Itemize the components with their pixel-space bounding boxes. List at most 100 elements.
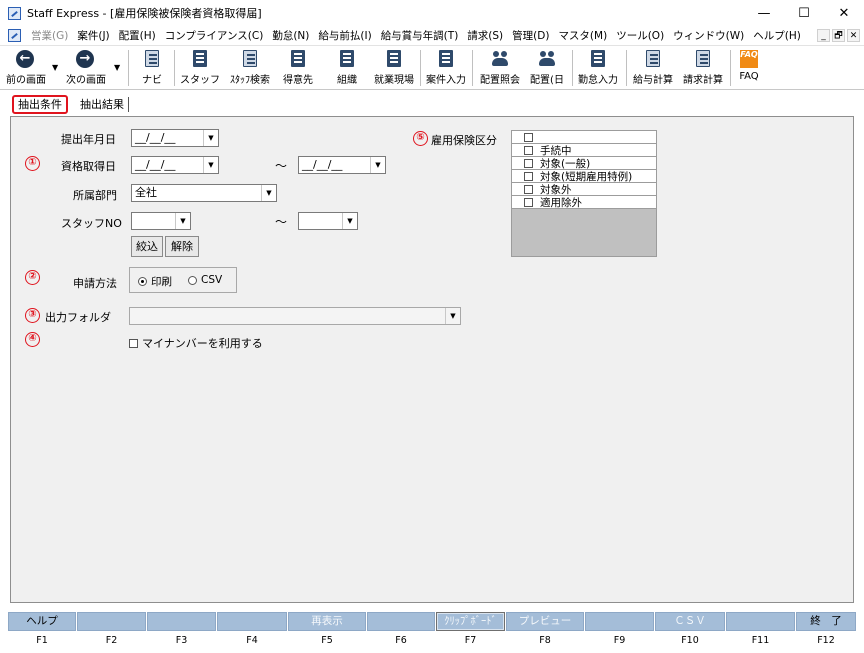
acquire-date-to-field[interactable]: __/__/__ ▼ <box>298 156 386 174</box>
placement-query-button[interactable]: 配置照会 <box>476 48 524 88</box>
maximize-button[interactable]: ☐ <box>784 0 824 26</box>
chevron-down-icon[interactable]: ▼ <box>175 213 190 229</box>
menu-placement[interactable]: 配置(H) <box>119 28 156 43</box>
mdi-close-button[interactable]: ✕ <box>847 29 860 42</box>
fkey-label <box>726 612 795 631</box>
menu-advance-pay[interactable]: 給与前払(I) <box>318 28 371 43</box>
checkbox-icon[interactable] <box>524 132 533 142</box>
checkbox-icon[interactable] <box>524 158 533 168</box>
fkey-label <box>77 612 146 631</box>
insurance-list[interactable]: 手続中 対象(一般) 対象(短期雇用特例) 対象外 適用除外 <box>511 130 657 257</box>
menu-window[interactable]: ウィンドウ(W) <box>673 28 744 43</box>
menu-attendance[interactable]: 勤怠(N) <box>272 28 309 43</box>
staff-search-button[interactable]: ｽﾀｯﾌ検索 <box>226 48 274 88</box>
placement-day-button[interactable]: 配置(日 <box>528 48 566 88</box>
menu-management[interactable]: 管理(D) <box>512 28 549 43</box>
staff-button[interactable]: スタッフ <box>180 48 220 88</box>
submit-date-field[interactable]: __/__/__ ▼ <box>131 129 219 147</box>
checkbox-icon[interactable] <box>524 197 533 207</box>
list-item[interactable] <box>512 131 656 144</box>
fkey-f7-button[interactable]: ｸﾘｯﾌﾟﾎﾞｰﾄﾞ F7 <box>436 612 505 653</box>
minimize-button[interactable]: — <box>744 0 784 26</box>
tab-results[interactable]: 抽出結果 <box>80 97 129 112</box>
list-item[interactable]: 適用除外 <box>512 196 656 209</box>
filter-button[interactable]: 絞込 <box>131 236 163 257</box>
prev-dropdown-icon[interactable]: ▼ <box>52 63 58 72</box>
fkey-label: ＣＳＶ <box>655 612 725 631</box>
chevron-down-icon[interactable]: ▼ <box>261 185 276 201</box>
fkey-f8-button[interactable]: プレビュー F8 <box>506 612 584 653</box>
client-button[interactable]: 得意先 <box>282 48 314 88</box>
menu-case[interactable]: 案件(J) <box>77 28 109 43</box>
menu-help[interactable]: ヘルプ(H) <box>753 28 801 43</box>
range-tilde: ～ <box>275 215 288 229</box>
staff-no-from-field[interactable]: ▼ <box>131 212 191 230</box>
payroll-calc-button[interactable]: 給与計算 <box>630 48 676 88</box>
fkey-name: F6 <box>395 635 407 646</box>
fkey-f6-button[interactable]: F6 <box>367 612 435 653</box>
menu-billing[interactable]: 請求(S) <box>467 28 503 43</box>
mdi-restore-button[interactable]: 🗗 <box>832 29 845 42</box>
next-dropdown-icon[interactable]: ▼ <box>114 63 120 72</box>
tab-conditions[interactable]: 抽出条件 <box>12 95 68 114</box>
method-label: 申請方法 <box>73 277 117 290</box>
fkey-f4-button[interactable]: F4 <box>217 612 287 653</box>
people-icon <box>490 50 510 68</box>
faq-button[interactable]: FAQ FAQ <box>736 48 762 88</box>
list-item[interactable]: 対象外 <box>512 183 656 196</box>
fkey-f10-button[interactable]: ＣＳＶ F10 <box>655 612 725 653</box>
chevron-down-icon[interactable]: ▼ <box>370 157 385 173</box>
chevron-down-icon[interactable]: ▼ <box>342 213 357 229</box>
navi-icon <box>142 50 162 68</box>
prev-screen-button[interactable]: ← 前の画面 <box>4 48 48 88</box>
dept-select[interactable]: 全社 ▼ <box>131 184 277 202</box>
marker-2: ② <box>25 270 40 285</box>
case-input-button[interactable]: 案件入力 <box>424 48 468 88</box>
checkbox-icon[interactable] <box>524 145 533 155</box>
menu-sales[interactable]: 営業(G) <box>31 28 68 43</box>
method-csv-radio[interactable]: CSV <box>188 274 222 286</box>
fkey-f5-button[interactable]: 再表示 F5 <box>288 612 366 653</box>
fkey-f2-button[interactable]: F2 <box>77 612 146 653</box>
forward-arrow-icon: → <box>76 50 96 68</box>
folder-select[interactable]: ▼ <box>129 307 461 325</box>
menu-payroll[interactable]: 給与賞与年調(T) <box>381 28 459 43</box>
mynumber-checkbox[interactable]: マイナンバーを利用する <box>129 335 263 351</box>
method-print-radio[interactable]: 印刷 <box>138 274 172 289</box>
org-button[interactable]: 組織 <box>334 48 360 88</box>
fkey-f12-button[interactable]: 終 了 F12 <box>796 612 856 653</box>
chevron-down-icon[interactable]: ▼ <box>203 130 218 146</box>
attendance-input-button[interactable]: 勤怠入力 <box>576 48 620 88</box>
fkey-f3-button[interactable]: F3 <box>147 612 216 653</box>
staff-no-to-field[interactable]: ▼ <box>298 212 358 230</box>
back-arrow-icon: ← <box>16 50 36 68</box>
checkbox-icon[interactable] <box>524 171 533 181</box>
menu-compliance[interactable]: コンプライアンス(C) <box>165 28 264 43</box>
worksite-button[interactable]: 就業現場 <box>372 48 416 88</box>
dept-label: 所属部門 <box>73 189 117 202</box>
billing-calc-button[interactable]: 請求計算 <box>680 48 726 88</box>
navi-button[interactable]: ナビ <box>138 48 166 88</box>
acquire-date-from-field[interactable]: __/__/__ ▼ <box>131 156 219 174</box>
chevron-down-icon[interactable]: ▼ <box>203 157 218 173</box>
menu-master[interactable]: マスタ(M) <box>558 28 607 43</box>
range-tilde: ～ <box>275 159 288 173</box>
menu-tools[interactable]: ツール(O) <box>616 28 664 43</box>
mdi-minimize-button[interactable]: _ <box>817 29 830 42</box>
fkey-name: F7 <box>464 635 477 646</box>
checkbox-icon[interactable] <box>524 184 533 194</box>
fkey-f11-button[interactable]: F11 <box>726 612 795 653</box>
title-bar: Staff Express - [雇用保険被保険者資格取得届] — ☐ ✕ <box>0 0 864 26</box>
mdi-app-icon[interactable] <box>8 29 21 42</box>
tab-strip: 抽出条件 抽出結果 <box>0 92 864 116</box>
fkey-f1-button[interactable]: ヘルプ F1 <box>8 612 76 653</box>
function-key-bar: ヘルプ F1 F2 F3 F4 再表示 F5 F6 ｸﾘｯﾌﾟﾎﾞｰﾄﾞ F7 プレビュー F8 F9 Ｃ… <box>0 612 864 653</box>
staff-no-label: スタッフNO <box>61 217 122 230</box>
fkey-f9-button[interactable]: F9 <box>585 612 654 653</box>
list-item[interactable]: 対象(短期雇用特例) <box>512 170 656 183</box>
close-button[interactable]: ✕ <box>824 0 864 26</box>
next-screen-button[interactable]: → 次の画面 <box>62 48 110 88</box>
clear-button[interactable]: 解除 <box>165 236 199 257</box>
fkey-name: F9 <box>613 635 626 646</box>
chevron-down-icon[interactable]: ▼ <box>445 308 460 324</box>
